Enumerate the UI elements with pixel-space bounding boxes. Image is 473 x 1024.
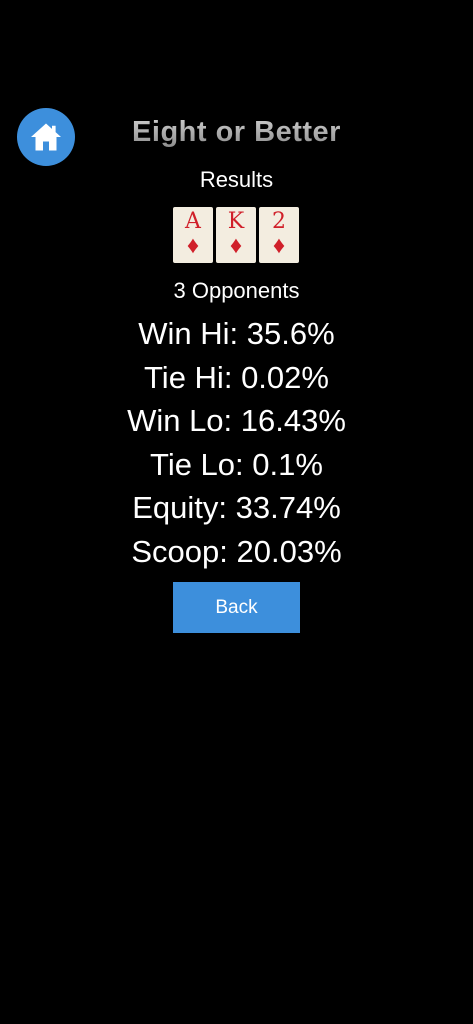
- tie-hi-stat: Tie Hi: 0.02%: [0, 360, 473, 396]
- stat-label: Tie Lo:: [150, 447, 244, 482]
- stat-value: 0.02%: [241, 360, 329, 395]
- stat-label: Equity:: [132, 490, 227, 525]
- results-subtitle: Results: [199, 167, 274, 192]
- playing-card: A ♦: [173, 207, 213, 263]
- scoop-stat: Scoop: 20.03%: [0, 534, 473, 570]
- stat-label: Win Hi:: [138, 316, 239, 351]
- stat-label: Scoop:: [131, 534, 228, 569]
- equity-stat: Equity: 33.74%: [0, 490, 473, 526]
- diamond-suit-icon: ♦: [229, 232, 243, 259]
- diamond-suit-icon: ♦: [186, 232, 200, 259]
- stat-value: 35.6%: [246, 316, 335, 351]
- selected-cards: A ♦ K ♦ 2 ♦: [173, 207, 299, 263]
- stat-value: 20.03%: [236, 534, 342, 569]
- playing-card: K ♦: [216, 207, 256, 263]
- win-hi-stat: Win Hi: 35.6%: [0, 316, 473, 352]
- page-title: Eight or Better: [0, 116, 473, 149]
- stat-value: 33.74%: [235, 490, 341, 525]
- diamond-suit-icon: ♦: [272, 232, 286, 259]
- stat-value: 0.1%: [252, 447, 323, 482]
- card-rank: 2: [272, 209, 286, 234]
- stat-value: 16.43%: [240, 403, 346, 438]
- opponents-count: 3 Opponents: [173, 278, 300, 303]
- stat-label: Win Lo:: [127, 403, 233, 438]
- card-rank: A: [185, 209, 201, 234]
- stat-label: Tie Hi:: [144, 360, 233, 395]
- win-lo-stat: Win Lo: 16.43%: [0, 403, 473, 439]
- playing-card: 2 ♦: [259, 207, 299, 263]
- back-button[interactable]: Back: [173, 582, 300, 633]
- tie-lo-stat: Tie Lo: 0.1%: [0, 447, 473, 483]
- card-rank: K: [227, 209, 245, 234]
